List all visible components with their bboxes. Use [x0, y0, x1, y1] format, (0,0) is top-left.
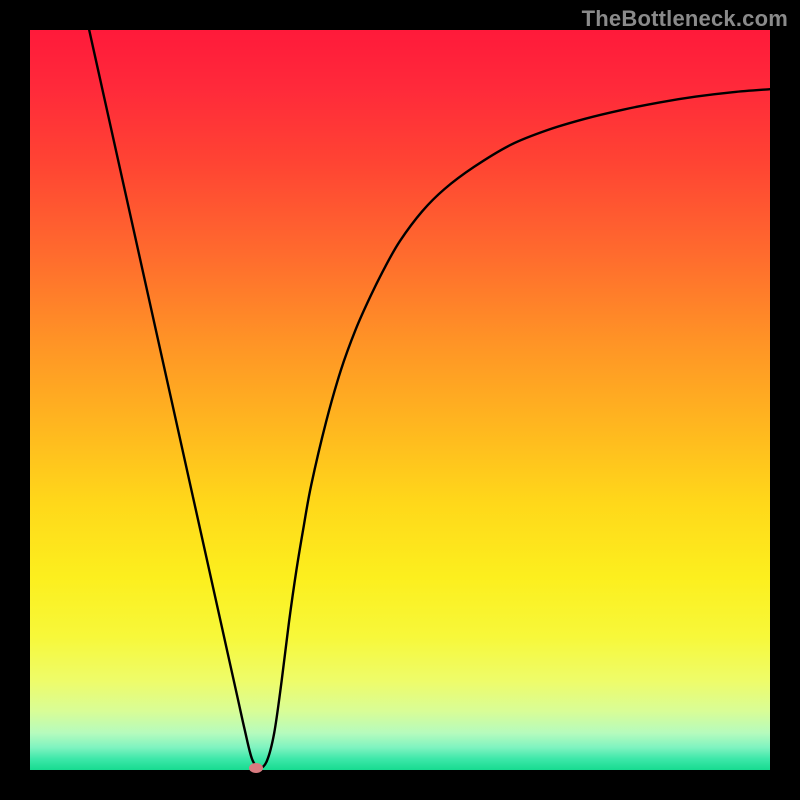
curve-svg [30, 30, 770, 770]
chart-frame: TheBottleneck.com [0, 0, 800, 800]
bottleneck-curve [89, 30, 770, 768]
watermark-text: TheBottleneck.com [582, 6, 788, 32]
plot-area [30, 30, 770, 770]
optimal-point-marker [249, 763, 263, 773]
